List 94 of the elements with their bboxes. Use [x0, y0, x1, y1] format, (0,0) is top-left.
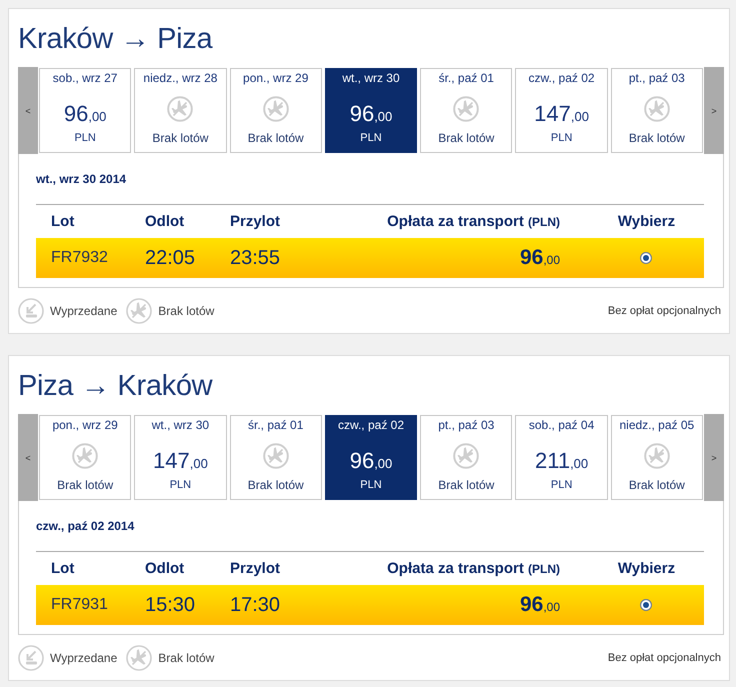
legend-label: Brak lotów — [158, 650, 214, 664]
departure-time: 15:30 — [145, 594, 196, 616]
day-tab[interactable]: niedz., paź 05 Brak lotów — [610, 415, 703, 500]
currency-label: PLN — [170, 478, 192, 492]
day-tab[interactable]: niedz., wrz 28 Brak lotów — [134, 68, 227, 153]
departure-time: 22:05 — [145, 246, 196, 270]
crossed-plane-icon — [262, 443, 289, 469]
currency-label: PLN — [360, 478, 382, 492]
no-flights-label: Brak lotów — [152, 130, 208, 146]
column-header: Przylot — [230, 560, 282, 577]
day-date: niedz., paź 05 — [619, 417, 694, 433]
currency-label: PLN — [550, 131, 572, 145]
day-tab[interactable]: pon., wrz 29 Brak lotów — [230, 68, 322, 153]
day-date: czw., paź 02 — [528, 70, 595, 86]
flight-number: FR7931 — [50, 596, 109, 614]
previous-days-button[interactable]: < — [18, 67, 38, 154]
next-days-button[interactable]: > — [704, 67, 724, 154]
day-date: sob., wrz 27 — [52, 70, 118, 86]
day-date: pt., paź 03 — [438, 417, 494, 433]
day-price: 96,00 — [350, 101, 392, 128]
column-header: Lot — [50, 560, 76, 577]
day-tab[interactable]: sob., wrz 27 96,00 PLN — [39, 68, 132, 153]
currency-label: PLN — [550, 478, 572, 492]
radio-button[interactable] — [640, 599, 652, 611]
column-header: Opłata za transport (PLN) — [386, 560, 561, 577]
crossed-plane-icon — [167, 96, 194, 122]
day-tab[interactable]: wt., wrz 30 147,00 PLN — [134, 415, 227, 500]
column-header: Lot — [50, 213, 76, 230]
day-price: 211,00 — [534, 448, 588, 475]
fare-price: 96,00 — [520, 593, 561, 617]
day-date: pon., wrz 29 — [243, 70, 308, 86]
day-date: czw., paź 02 — [338, 417, 404, 433]
no-flights-label: Brak lotów — [57, 477, 114, 493]
crossed-plane-icon — [126, 644, 152, 670]
day-tab[interactable]: pt., paź 03 Brak lotów — [420, 415, 512, 500]
day-date: niedz., wrz 28 — [143, 70, 218, 86]
day-date: pt., paź 03 — [628, 70, 685, 86]
column-header: Odlot — [145, 560, 186, 577]
day-tab[interactable]: śr., paź 01 Brak lotów — [230, 415, 322, 500]
day-date: wt., wrz 30 — [152, 417, 210, 433]
crossed-plane-icon — [262, 96, 289, 122]
fees-note: Bez opłat opcjonalnych — [608, 304, 722, 316]
day-date: śr., paź 01 — [438, 70, 494, 86]
no-flights-label: Brak lotów — [628, 477, 685, 493]
arrival-time: 23:55 — [230, 246, 282, 270]
no-flights-label: Brak lotów — [438, 477, 494, 493]
previous-days-button[interactable]: < — [18, 414, 38, 501]
column-header: Wybierz — [616, 560, 676, 577]
fees-note: Bez opłat opcjonalnych — [608, 652, 722, 664]
crossed-plane-icon — [453, 96, 480, 122]
crossed-plane-icon — [453, 443, 480, 469]
flight-row[interactable]: FR7931 15:30 17:30 96,00 — [36, 585, 704, 625]
currency-label: PLN — [360, 131, 382, 145]
column-header: Opłata za transport (PLN) — [386, 213, 561, 230]
day-tab[interactable]: czw., paź 02 147,00 PLN — [515, 68, 608, 153]
legend-label: Wyprzedane — [50, 650, 118, 664]
crossed-plane-icon — [72, 443, 98, 469]
column-header: Wybierz — [616, 213, 676, 230]
no-flights-label: Brak lotów — [438, 130, 494, 146]
day-date: pon., wrz 29 — [52, 417, 118, 433]
crossed-plane-icon — [644, 443, 670, 469]
column-header: Przylot — [230, 213, 282, 230]
no-flights-label: Brak lotów — [248, 477, 304, 493]
day-price: 96,00 — [64, 101, 106, 128]
radio-button[interactable] — [640, 252, 652, 264]
crossed-plane-icon — [126, 298, 152, 324]
flight-row[interactable]: FR7932 22:05 23:55 96,00 — [36, 238, 704, 278]
day-tab[interactable]: pt., paź 03 Brak lotów — [610, 68, 703, 153]
day-tab[interactable]: pon., wrz 29 Brak lotów — [39, 415, 132, 500]
day-price: 147,00 — [534, 101, 589, 128]
arrival-time: 17:30 — [230, 594, 282, 616]
day-tab[interactable]: czw., paź 02 96,00 PLN — [324, 415, 418, 500]
no-flights-label: Brak lotów — [628, 130, 685, 146]
legend-label: Brak lotów — [158, 304, 214, 318]
route-title: Kraków → Piza — [18, 22, 214, 56]
selected-date: wt., wrz 30 2014 — [36, 171, 128, 187]
day-price: 96,00 — [350, 448, 392, 475]
day-tab[interactable]: sob., paź 04 211,00 PLN — [515, 415, 608, 500]
day-tab[interactable]: śr., paź 01 Brak lotów — [420, 68, 512, 153]
crossed-plane-icon — [644, 96, 670, 122]
selected-date: czw., paź 02 2014 — [36, 518, 136, 534]
next-days-button[interactable]: > — [704, 414, 724, 501]
column-header: Odlot — [145, 213, 186, 230]
day-date: wt., wrz 30 — [342, 70, 400, 86]
legend-label: Wyprzedane — [50, 304, 118, 318]
day-date: sob., paź 04 — [528, 417, 594, 433]
currency-label: PLN — [74, 131, 96, 145]
fare-price: 96,00 — [520, 246, 561, 270]
no-flights-label: Brak lotów — [248, 130, 304, 146]
day-date: śr., paź 01 — [248, 417, 304, 433]
flight-number: FR7932 — [50, 249, 109, 267]
day-tab[interactable]: wt., wrz 30 96,00 PLN — [324, 68, 418, 153]
day-price: 147,00 — [153, 448, 208, 475]
route-title: Piza → Kraków — [18, 369, 214, 403]
